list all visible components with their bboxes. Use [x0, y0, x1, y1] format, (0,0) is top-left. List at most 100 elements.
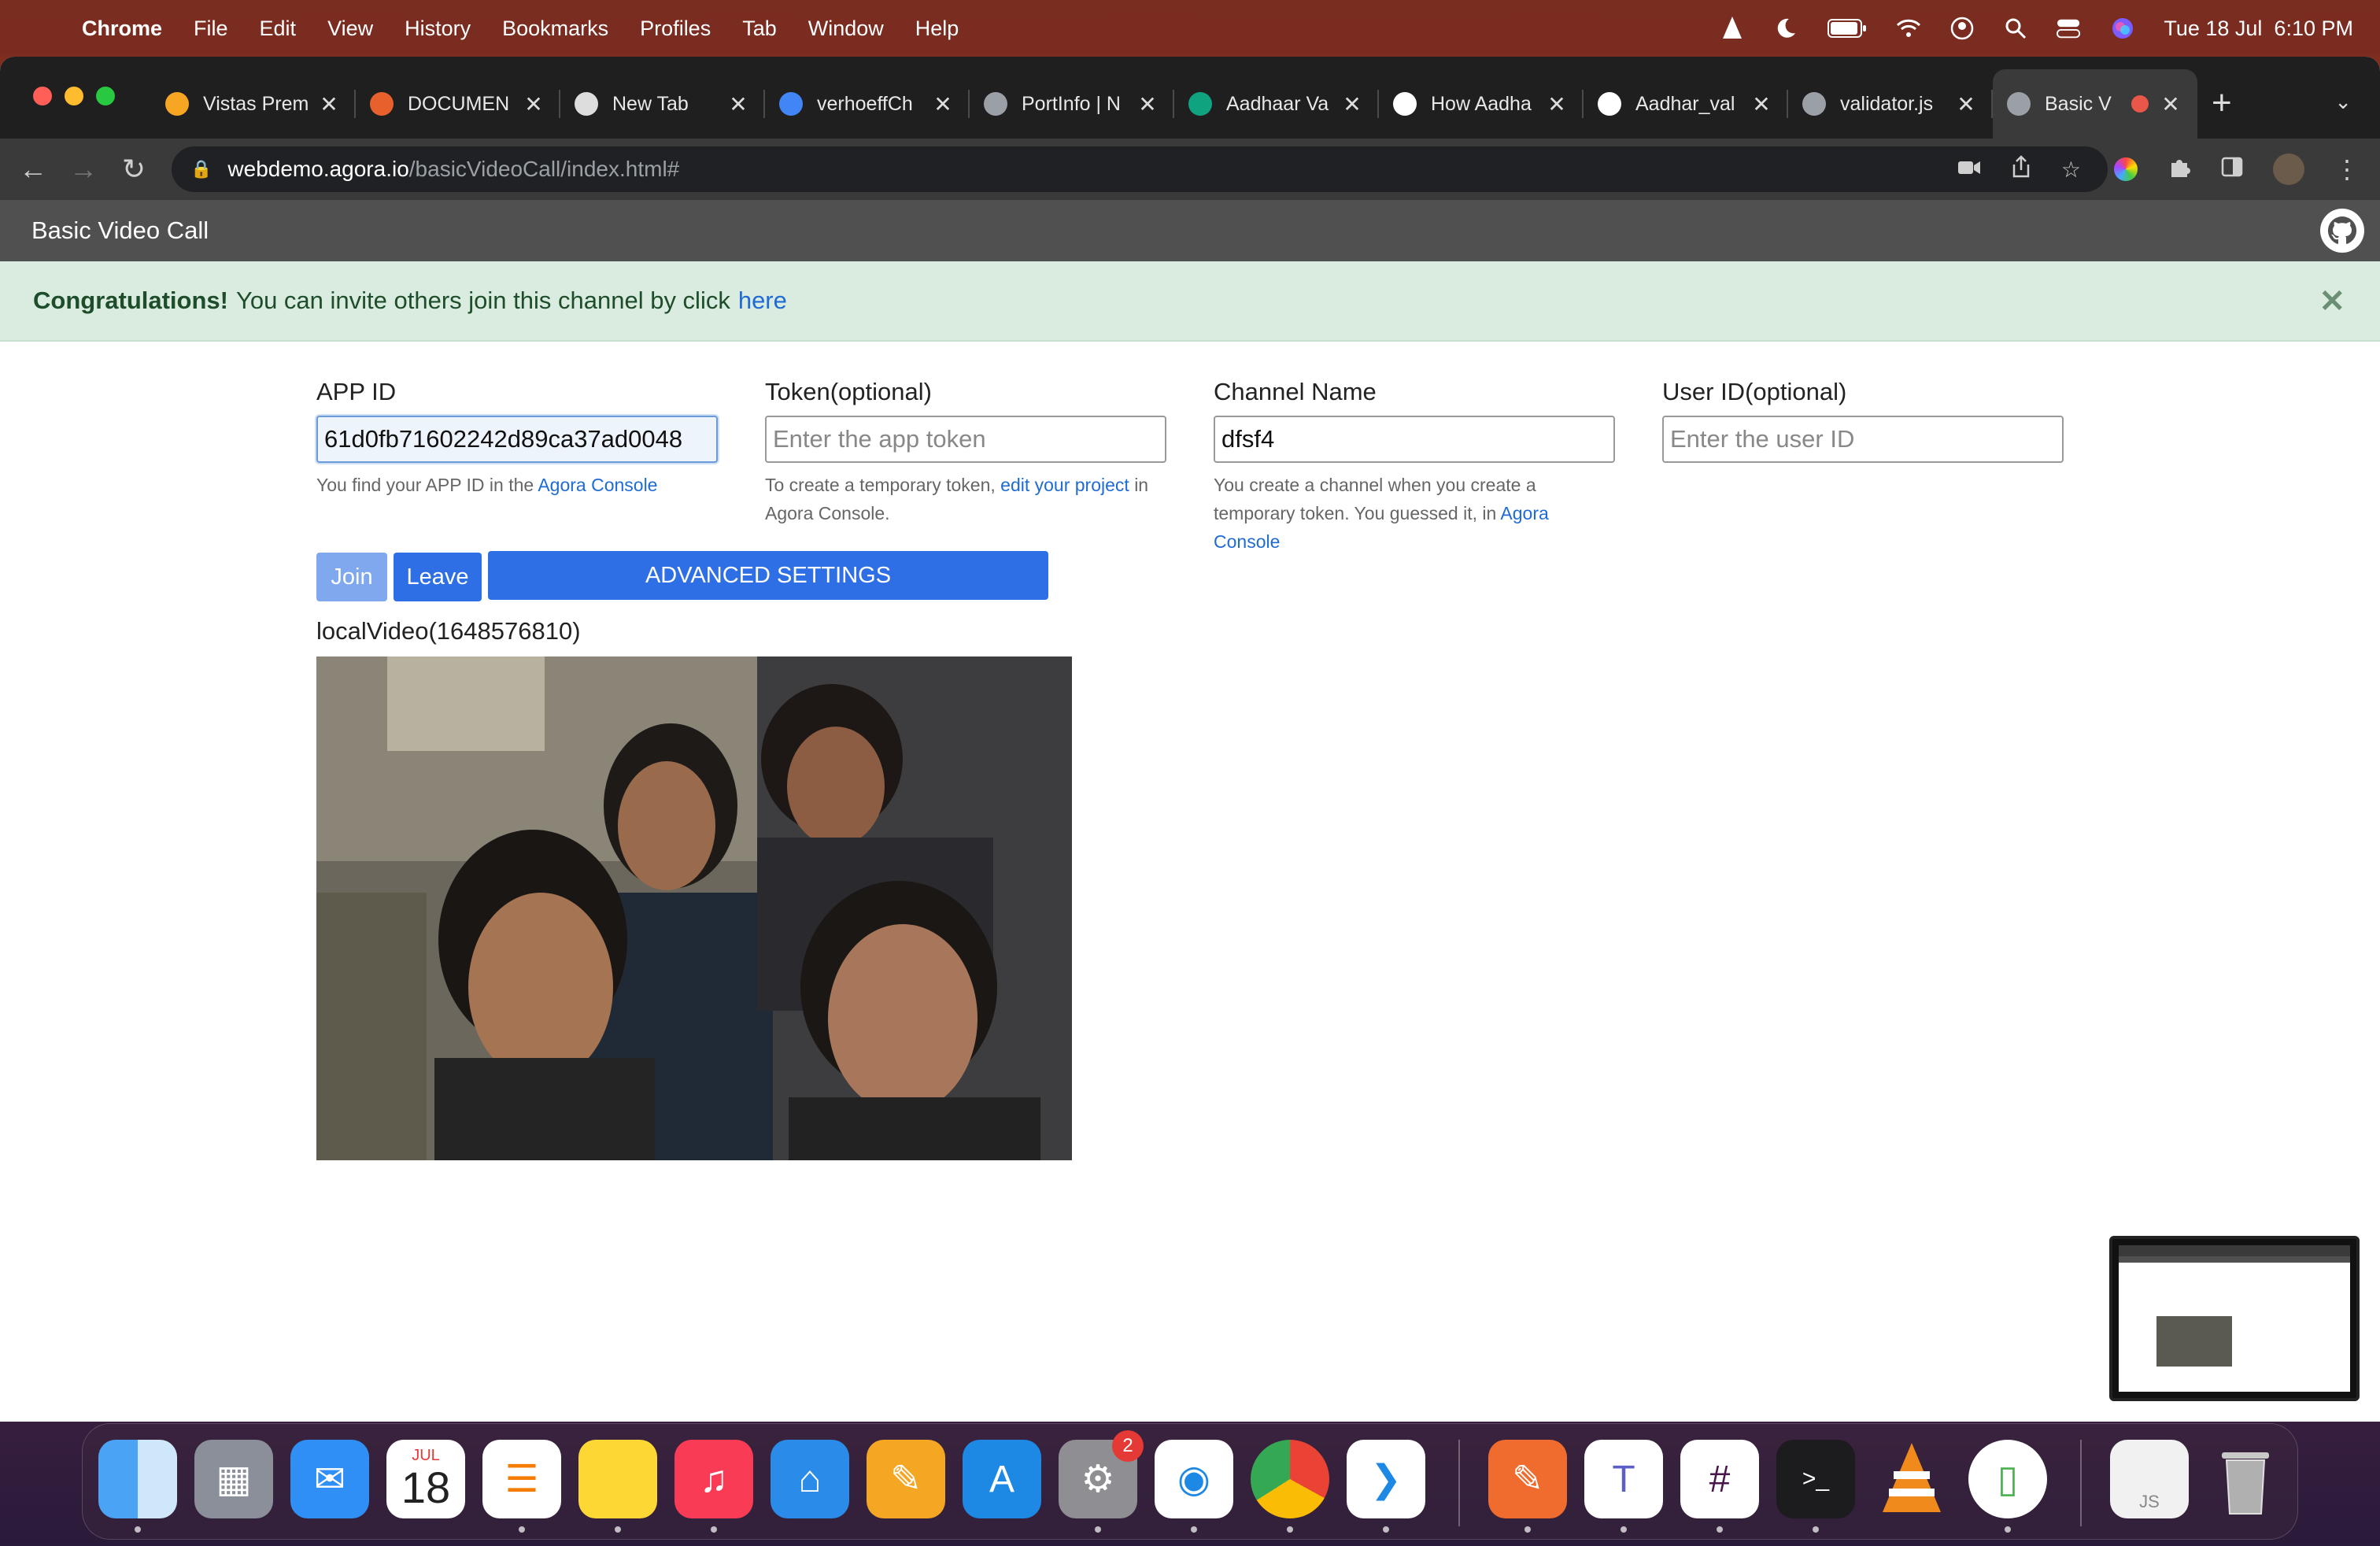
- tab-close-icon[interactable]: ✕: [727, 91, 749, 117]
- channel-input[interactable]: dfsf4: [1214, 416, 1615, 463]
- tab-basic-video-call[interactable]: Basic V ✕: [1993, 69, 2197, 139]
- address-bar[interactable]: 🔒 webdemo.agora.io /basicVideoCall/index…: [172, 146, 2108, 192]
- user-account-icon[interactable]: [1949, 16, 1975, 41]
- tab-close-icon[interactable]: ✕: [2160, 91, 2182, 117]
- alert-close-icon[interactable]: ✕: [2319, 283, 2345, 320]
- globe-favicon-icon: [1802, 92, 1826, 116]
- new-tab-button[interactable]: +: [2212, 83, 2232, 123]
- slack-icon[interactable]: #: [1680, 1440, 1759, 1533]
- share-icon[interactable]: [2011, 154, 2031, 184]
- tab-validator[interactable]: validator.js ✕: [1788, 69, 1993, 139]
- menu-bookmarks[interactable]: Bookmarks: [502, 17, 608, 41]
- keynote-icon[interactable]: ⌂: [771, 1440, 849, 1518]
- camera-in-use-icon[interactable]: [1957, 157, 1981, 182]
- profile-avatar[interactable]: [2273, 153, 2304, 185]
- forward-button[interactable]: →: [58, 153, 109, 186]
- menubar-clock[interactable]: Tue 18 Jul 6:10 PM: [2164, 17, 2353, 41]
- tab-close-icon[interactable]: ✕: [318, 91, 340, 117]
- tab-close-icon[interactable]: ✕: [1546, 91, 1568, 117]
- finder-icon[interactable]: [98, 1440, 177, 1533]
- trash-icon[interactable]: [2206, 1440, 2285, 1518]
- back-button[interactable]: ←: [8, 153, 58, 186]
- github-icon[interactable]: [2320, 209, 2364, 253]
- menu-edit[interactable]: Edit: [260, 17, 297, 41]
- menu-history[interactable]: History: [405, 17, 471, 41]
- launchpad-icon[interactable]: ▦: [194, 1440, 273, 1518]
- wifi-icon[interactable]: [1896, 16, 1921, 41]
- appid-input[interactable]: 61d0fb71602242d89ca37ad0048: [316, 416, 718, 463]
- battery-icon[interactable]: [1827, 16, 1868, 41]
- color-extension-icon[interactable]: [2114, 157, 2138, 181]
- tab-verhoeff[interactable]: verhoeffCh ✕: [765, 69, 970, 139]
- menu-tab[interactable]: Tab: [742, 17, 777, 41]
- spotlight-search-icon[interactable]: [2003, 16, 2028, 41]
- menu-view[interactable]: View: [327, 17, 373, 41]
- uid-input[interactable]: Enter the user ID: [1662, 416, 2064, 463]
- tab-close-icon[interactable]: ✕: [1750, 91, 1772, 117]
- minimize-window-button[interactable]: [65, 87, 83, 105]
- notes-icon[interactable]: [578, 1440, 657, 1533]
- bookmark-star-icon[interactable]: ☆: [2061, 157, 2081, 183]
- menu-file[interactable]: File: [194, 17, 228, 41]
- calendar-icon[interactable]: JUL 18: [386, 1440, 465, 1518]
- siri-icon[interactable]: [2110, 16, 2135, 41]
- tab-close-icon[interactable]: ✕: [932, 91, 954, 117]
- pages-icon[interactable]: ✎: [867, 1440, 945, 1518]
- menu-window[interactable]: Window: [808, 17, 884, 41]
- tab-portinfo[interactable]: PortInfo | N ✕: [970, 69, 1174, 139]
- tab-aadhaar-va[interactable]: Aadhaar Va ✕: [1174, 69, 1379, 139]
- system-settings-icon[interactable]: ⚙ 2: [1059, 1430, 1144, 1533]
- tab-close-icon[interactable]: ✕: [1341, 91, 1363, 117]
- tab-search-chevron-icon[interactable]: ⌄: [2334, 90, 2352, 114]
- leave-button[interactable]: Leave: [394, 553, 482, 601]
- app-store-icon[interactable]: A: [963, 1440, 1041, 1518]
- tab-close-icon[interactable]: ✕: [1136, 91, 1159, 117]
- macos-menu-bar: Chrome File Edit View History Bookmarks …: [0, 0, 2380, 57]
- vlc-icon[interactable]: [1872, 1440, 1951, 1518]
- chrome-menu-icon[interactable]: ⋮: [2334, 154, 2360, 184]
- zoom-window-button[interactable]: [96, 87, 115, 105]
- tab-aadhar-val[interactable]: Aadhar_val ✕: [1584, 69, 1788, 139]
- globe-favicon-icon: [2007, 92, 2031, 116]
- mail-icon[interactable]: ✉: [290, 1440, 369, 1518]
- lock-icon[interactable]: 🔒: [190, 159, 212, 179]
- reminders-icon[interactable]: ☰: [482, 1440, 561, 1533]
- edit-project-link[interactable]: edit your project: [1000, 475, 1129, 495]
- close-window-button[interactable]: [33, 87, 52, 105]
- firebase-favicon-icon: [165, 92, 189, 116]
- advanced-settings-button[interactable]: ADVANCED SETTINGS: [488, 551, 1048, 600]
- menu-profiles[interactable]: Profiles: [640, 17, 711, 41]
- browser-toolbar: ← → ↻ 🔒 webdemo.agora.io /basicVideoCall…: [0, 139, 2380, 200]
- music-icon[interactable]: ♫: [674, 1440, 753, 1533]
- terminal-icon[interactable]: >_: [1776, 1440, 1855, 1533]
- vscode-icon[interactable]: ❯: [1347, 1440, 1425, 1533]
- tab-close-icon[interactable]: ✕: [523, 91, 545, 117]
- android-file-transfer-icon[interactable]: ▯: [1968, 1440, 2047, 1533]
- control-center-icon[interactable]: [2057, 16, 2082, 41]
- menu-help[interactable]: Help: [915, 17, 959, 41]
- channel-help-text: You create a channel when you create a t…: [1214, 475, 1536, 523]
- teams-icon[interactable]: T: [1584, 1440, 1663, 1533]
- token-input[interactable]: Enter the app token: [765, 416, 1166, 463]
- js-file-icon[interactable]: JS: [2110, 1440, 2189, 1518]
- safari-icon[interactable]: ◉: [1155, 1440, 1233, 1533]
- web-page: Basic Video Call Congratulations! You ca…: [0, 200, 2380, 1422]
- appid-agora-console-link[interactable]: Agora Console: [538, 475, 657, 495]
- tab-close-icon[interactable]: ✕: [1955, 91, 1977, 117]
- chrome-icon[interactable]: [1251, 1440, 1329, 1533]
- tab-title: Aadhar_val: [1635, 92, 1735, 115]
- extensions-puzzle-icon[interactable]: [2168, 155, 2191, 184]
- tab-new-tab[interactable]: New Tab ✕: [560, 69, 765, 139]
- side-panel-icon[interactable]: [2221, 156, 2243, 183]
- tab-how-aadhaar[interactable]: How Aadha ✕: [1379, 69, 1584, 139]
- tab-document[interactable]: DOCUMEN ✕: [356, 69, 560, 139]
- menu-app-name[interactable]: Chrome: [82, 17, 162, 41]
- screenshot-preview-thumbnail[interactable]: [2109, 1236, 2360, 1401]
- invite-link[interactable]: here: [738, 287, 787, 315]
- moon-icon[interactable]: [1773, 16, 1798, 41]
- reload-button[interactable]: ↻: [109, 153, 159, 186]
- vlc-status-icon[interactable]: [1720, 16, 1745, 41]
- postman-icon[interactable]: ✎: [1488, 1440, 1567, 1533]
- join-button[interactable]: Join: [316, 553, 387, 601]
- tab-vistas[interactable]: Vistas Prem ✕: [151, 69, 356, 139]
